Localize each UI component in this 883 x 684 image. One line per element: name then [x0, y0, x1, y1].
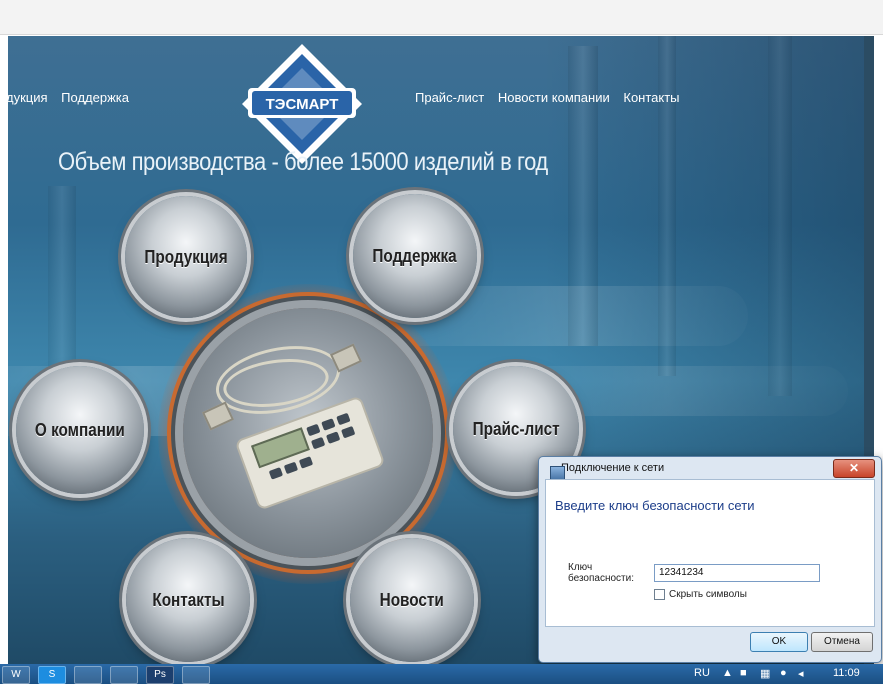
clock[interactable]: 11:09 — [833, 667, 860, 679]
network-connection-dialog: Подключение к сети ✕ Введите ключ безопа… — [538, 456, 882, 663]
taskbar-app-document[interactable] — [110, 666, 138, 684]
nav-link-contacts[interactable]: Контакты — [623, 90, 679, 105]
contacts-button-label: Контакты — [151, 589, 225, 610]
news-button[interactable]: Новости — [350, 538, 474, 662]
device-key — [268, 467, 284, 480]
device-key — [298, 456, 314, 469]
taskbar-app-word[interactable]: W — [2, 666, 30, 684]
volume-icon[interactable]: ◂ — [798, 667, 804, 680]
taskbar-app-photoshop[interactable]: Ps — [146, 666, 174, 684]
windows-taskbar: W S Ps RU ▲ ■ ▦ ● ◂ 11:09 — [0, 664, 883, 684]
language-indicator[interactable]: RU — [694, 667, 710, 679]
device-key — [306, 423, 321, 437]
tray-app-icon[interactable]: ■ — [740, 667, 747, 679]
hide-characters-checkbox[interactable]: Скрыть символы — [654, 589, 747, 600]
tray-expand-icon[interactable]: ▲ — [722, 667, 733, 679]
nav-link-support[interactable]: Поддержка — [61, 90, 129, 105]
taskbar-app-skype[interactable]: S — [38, 666, 66, 684]
nav-left: дукция Поддержка — [8, 90, 139, 105]
device-key — [321, 418, 336, 431]
taskbar-app-explorer[interactable] — [74, 666, 102, 684]
support-button[interactable]: Поддержка — [353, 194, 477, 318]
cancel-button[interactable]: Отмена — [811, 632, 873, 652]
tagline: Объем производства - более 15000 изделий… — [58, 148, 548, 176]
nav-link-news[interactable]: Новости компании — [498, 90, 610, 105]
network-icon — [550, 466, 565, 480]
dialog-title: Подключение к сети — [561, 462, 665, 474]
checkbox-box[interactable] — [654, 589, 665, 600]
nav-link-products[interactable]: дукция — [8, 90, 48, 105]
logo-text: ТЭСМАРТ — [266, 96, 339, 113]
dialog-body: Введите ключ безопасности сети Ключ безо… — [545, 479, 875, 627]
device-key — [310, 436, 326, 450]
close-button[interactable]: ✕ — [833, 459, 875, 478]
hide-characters-label: Скрыть символы — [669, 589, 747, 600]
products-button[interactable]: Продукция — [125, 196, 247, 318]
browser-top-bar — [0, 0, 883, 35]
pricelist-button-label: Прайс-лист — [472, 418, 560, 439]
center-product-image — [183, 308, 433, 558]
about-button[interactable]: О компании — [16, 366, 144, 494]
support-button-label: Поддержка — [372, 245, 458, 266]
dialog-title-bar: Подключение к сети — [547, 462, 665, 480]
tray-status-icon[interactable]: ● — [780, 667, 787, 679]
security-key-label: Ключ безопасности: — [568, 562, 634, 584]
taskbar-app-other[interactable] — [182, 666, 210, 684]
nav-right: Прайс-лист Новости компании Контакты — [415, 90, 690, 105]
device-key — [325, 431, 341, 444]
device-key — [336, 412, 351, 426]
nav-link-pricelist[interactable]: Прайс-лист — [415, 90, 484, 105]
about-button-label: О компании — [35, 419, 125, 440]
ok-button[interactable]: OK — [750, 632, 808, 652]
device-key — [283, 461, 299, 475]
contacts-button[interactable]: Контакты — [126, 538, 250, 662]
network-tray-icon[interactable]: ▦ — [760, 667, 770, 680]
products-button-label: Продукция — [144, 246, 228, 267]
dialog-heading: Введите ключ безопасности сети — [555, 498, 755, 513]
security-key-input[interactable]: 12341234 — [654, 564, 820, 582]
device-key — [341, 425, 356, 439]
news-button-label: Новости — [379, 589, 445, 610]
